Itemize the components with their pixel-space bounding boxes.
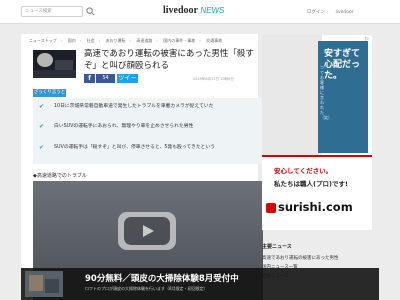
breadcrumb-item[interactable]: ニューストップ: [29, 38, 57, 43]
breadcrumb-item[interactable]: 高速道路: [136, 38, 152, 43]
ad-line-1: 安心してください。: [274, 167, 333, 175]
play-icon: [143, 225, 154, 237]
overlay-image-shape: [29, 275, 43, 291]
check-icon: ✔: [39, 103, 45, 110]
article-thumbnail[interactable]: [33, 50, 76, 78]
breadcrumb-sep: ›: [129, 38, 132, 43]
article-main: ニューストップ › 国内 › 社会 › あおり運転 › 高速道路 › 国内の事件・事故 › …: [21, 34, 263, 300]
video-caption: ◆高速道路でのトラブル: [33, 173, 87, 179]
breadcrumb-item[interactable]: 社会: [87, 38, 95, 43]
overlay-ad-image: [25, 271, 63, 297]
ad-brand: surishi.com: [278, 200, 353, 214]
summary-point: ✔ SUVの運転手は「殺すぞ」と叫び、停車させると、5発も殴ってきたという: [39, 144, 257, 164]
summary-point: ✔ 10日に茨城県常磐自動車道で発生したトラブルを車載カメラが捉えていた: [39, 103, 257, 123]
overlay-image-shape: [45, 279, 59, 293]
overlay-ad-title: 90分無料／頭皮の大掃除体験8月受付中: [85, 274, 239, 284]
check-icon: ✔: [39, 144, 45, 151]
summary-point-text: SUVの運転手は「殺すぞ」と叫び、停車させると、5発も殴ってきたという: [54, 145, 216, 150]
breadcrumb-sep: ›: [156, 38, 158, 43]
breadcrumb-item[interactable]: あおり運転: [105, 38, 125, 43]
summary-box: ✔ 10日に茨城県常磐自動車道で発生したトラブルを車載カメラが捉えていた ✔ 白…: [33, 98, 263, 164]
summary-point-text: 白いSUVの運転手にあおられ、無理やり車を止めさせられた男性: [54, 124, 194, 129]
side-news-heading: 主要ニュース: [262, 244, 292, 250]
search-icon[interactable]: [86, 7, 95, 16]
tweet-button[interactable]: ツイート: [117, 74, 138, 91]
bottom-overlay-ad[interactable]: 90分無料／頭皮の大掃除体験8月受付中 ロフトのプロが頭皮の大掃除体験を行います…: [21, 268, 379, 300]
logo-sub: NEWS: [200, 6, 225, 15]
breadcrumb-sep: ›: [199, 38, 201, 43]
breadcrumb-sep: ›: [60, 38, 63, 43]
facebook-share-count[interactable]: 54: [96, 74, 115, 83]
overlay-ad-subtitle: ロフトのプロが頭皮の大掃除体験を行います（8月限定・初回限定）: [85, 286, 208, 291]
ad-divider: [262, 155, 372, 157]
top-header: ニュース検索 livedoor NEWS ログイン livedoor: [0, 0, 400, 24]
check-icon: ✔: [39, 123, 45, 130]
play-button[interactable]: [118, 212, 176, 250]
site-logo[interactable]: livedoor NEWS: [163, 5, 224, 16]
summary-point: ✔ 白いSUVの運転手にあおられ、無理やり車を止めさせられた男性: [39, 123, 257, 143]
logo-main: livedoor: [163, 5, 198, 16]
page: ニュース検索 livedoor NEWS ログイン livedoor ニュースト…: [0, 0, 400, 300]
search-input[interactable]: ニュース検索: [21, 6, 83, 17]
ad-line-2: 私たちは職人(プロ)です!: [274, 180, 348, 188]
ad-logo-icon: [266, 203, 276, 213]
breadcrumb: ニューストップ › 国内 › 社会 › あおり運転 › 高速道路 › 国内の事件・事故 › …: [29, 38, 226, 44]
ad-info-icon[interactable]: ▷: [363, 36, 371, 43]
summary-label: ざっくり言うと: [33, 89, 66, 97]
side-news-item[interactable]: 高速であおり運転の被害にあった男性: [262, 255, 338, 261]
thumbnail-shape: [37, 53, 53, 67]
breadcrumb-item[interactable]: 国内の事件・事故: [163, 38, 195, 43]
login-link[interactable]: ログイン: [307, 10, 325, 15]
ad-shirt-graphic: 安すぎて心配だった。 つてお客様に言われた（笑）: [318, 41, 368, 153]
play-button-inner: [124, 217, 170, 245]
facebook-share-button[interactable]: f: [84, 74, 95, 83]
ad-subtext: つてお客様に言われた（笑）: [320, 65, 332, 120]
ad-image-area: [262, 35, 322, 155]
breadcrumb-sep: ›: [98, 38, 101, 43]
breadcrumb-item[interactable]: 交通事故: [206, 38, 222, 43]
breadcrumb-item[interactable]: 国内: [68, 38, 76, 43]
side-advertisement[interactable]: 安すぎて心配だった。 つてお客様に言われた（笑） ▷ 安心してください。 私たち…: [262, 35, 372, 230]
thumbnail-shape: [33, 70, 76, 78]
article-date: 2019年8月12日 20時0分: [193, 77, 234, 81]
header-links: ログイン livedoor: [298, 9, 354, 15]
summary-point-text: 10日に茨城県常磐自動車道で発生したトラブルを車載カメラが捉えていた: [54, 104, 214, 109]
ad-headline: 安すぎて心配だった。: [324, 49, 361, 81]
article-title: 高速であおり運転の被害にあった男性「殺すぞ」と叫び顔殴られる: [84, 49, 254, 71]
livedoor-link[interactable]: livedoor: [335, 10, 353, 15]
breadcrumb-sep: ›: [79, 38, 82, 43]
